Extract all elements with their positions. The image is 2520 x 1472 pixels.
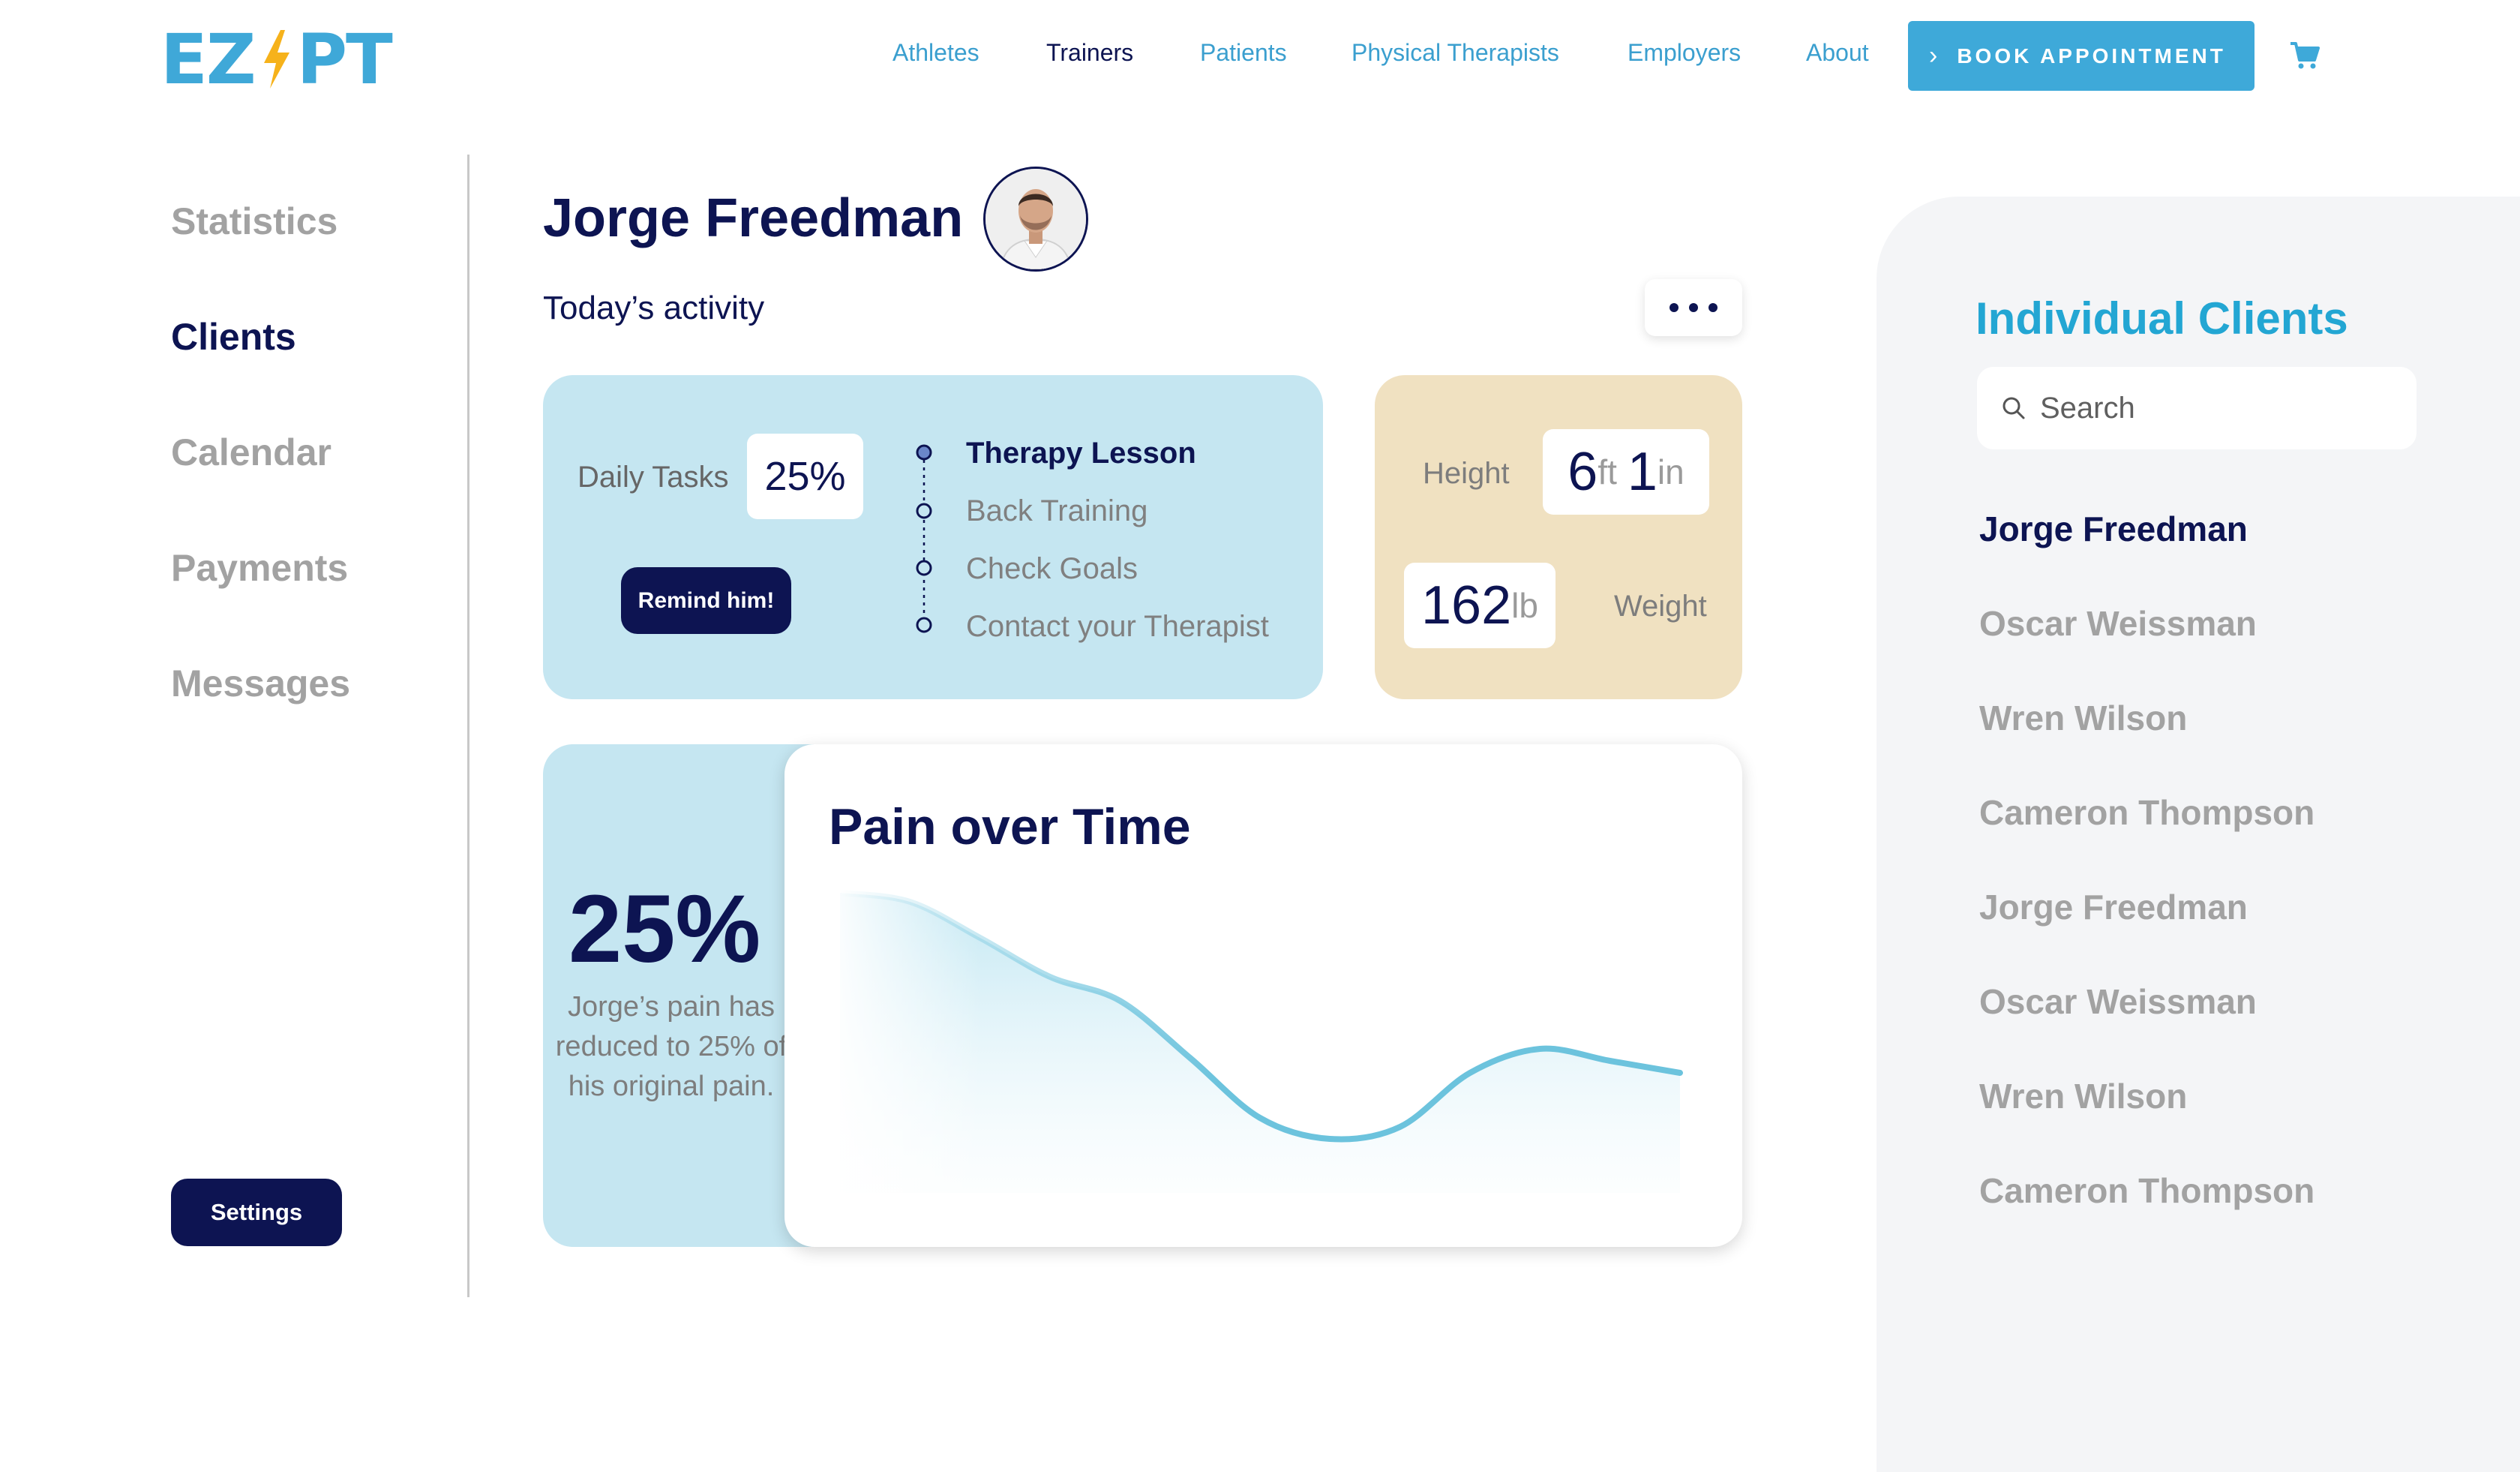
logo-text-left: EZ <box>160 19 256 100</box>
weight-label: Weight <box>1614 590 1707 623</box>
remind-button[interactable]: Remind him! <box>621 567 791 634</box>
nav-link-physical-therapists[interactable]: Physical Therapists <box>1352 39 1559 67</box>
client-list-item[interactable]: Oscar Weissman <box>1979 981 2257 1022</box>
brand-logo[interactable]: EZ PT <box>160 20 393 100</box>
avatar[interactable] <box>983 167 1088 272</box>
height-inches: 1 <box>1627 442 1658 502</box>
activity-subtitle: Today’s activity <box>543 290 765 326</box>
clients-panel-title: Individual Clients <box>1976 293 2348 344</box>
pain-description: Jorge’s pain has reduced to 25% of his o… <box>555 991 788 1102</box>
sidebar-item-calendar[interactable]: Calendar <box>171 431 332 474</box>
task-item[interactable]: Back Training <box>966 494 1148 528</box>
weight-number: 162 <box>1421 575 1512 635</box>
page-title: Jorge Freedman <box>543 188 964 248</box>
sidebar-item-messages[interactable]: Messages <box>171 662 350 705</box>
lightning-icon <box>263 30 290 89</box>
task-timeline <box>916 444 932 633</box>
book-appointment-button[interactable]: › BOOK APPOINTMENT <box>1908 21 2254 91</box>
dot-icon <box>1689 303 1698 312</box>
height-value: 6 ft 1 in <box>1543 429 1709 515</box>
book-appointment-label: BOOK APPOINTMENT <box>1957 44 2226 68</box>
dot-icon <box>1670 303 1678 312</box>
cart-icon[interactable] <box>2289 41 2320 71</box>
nav-link-employers[interactable]: Employers <box>1628 39 1741 67</box>
client-list-item[interactable]: Wren Wilson <box>1979 1076 2187 1116</box>
client-list-item[interactable]: Cameron Thompson <box>1979 792 2314 833</box>
nav-link-about[interactable]: About <box>1806 39 1869 67</box>
search-icon <box>2002 397 2025 419</box>
settings-button[interactable]: Settings <box>171 1179 342 1246</box>
nav-link-patients[interactable]: Patients <box>1200 39 1287 67</box>
task-item[interactable]: Contact your Therapist <box>966 610 1269 644</box>
daily-tasks-label: Daily Tasks <box>578 461 729 494</box>
daily-tasks-value: 25% <box>747 434 863 519</box>
height-inches-unit: in <box>1657 452 1684 491</box>
sidebar-item-payments[interactable]: Payments <box>171 546 348 590</box>
client-list-item[interactable]: Jorge Freedman <box>1979 887 2248 927</box>
client-list-item[interactable]: Jorge Freedman <box>1979 509 2248 549</box>
more-options-button[interactable] <box>1645 279 1742 336</box>
user-avatar-icon <box>986 169 1086 269</box>
pain-chart <box>825 848 1695 1200</box>
nav-link-trainers[interactable]: Trainers <box>1046 39 1133 67</box>
client-list-item[interactable]: Oscar Weissman <box>1979 603 2257 644</box>
search-bar[interactable] <box>1977 367 2416 449</box>
dot-icon <box>1708 303 1718 312</box>
height-feet-unit: ft <box>1598 452 1617 491</box>
height-label: Height <box>1423 457 1510 490</box>
sidebar-item-clients[interactable]: Clients <box>171 315 296 359</box>
search-input[interactable] <box>2038 390 2386 426</box>
task-item[interactable]: Check Goals <box>966 552 1138 586</box>
sidebar-item-statistics[interactable]: Statistics <box>171 200 338 243</box>
weight-value: 162 lb <box>1404 563 1556 648</box>
sidebar-divider <box>467 155 470 1297</box>
logo-text-right: PT <box>296 19 393 100</box>
client-list-item[interactable]: Cameron Thompson <box>1979 1170 2314 1211</box>
chevron-right-icon: › <box>1929 41 1938 70</box>
weight-unit: lb <box>1511 586 1538 625</box>
task-item[interactable]: Therapy Lesson <box>966 437 1196 470</box>
client-list-item[interactable]: Wren Wilson <box>1979 698 2187 738</box>
pain-area-fade <box>825 848 1695 1200</box>
pain-percent: 25% <box>568 876 761 983</box>
nav-link-athletes[interactable]: Athletes <box>892 39 980 67</box>
body-stats-card <box>1375 375 1742 699</box>
height-feet: 6 <box>1568 442 1598 502</box>
